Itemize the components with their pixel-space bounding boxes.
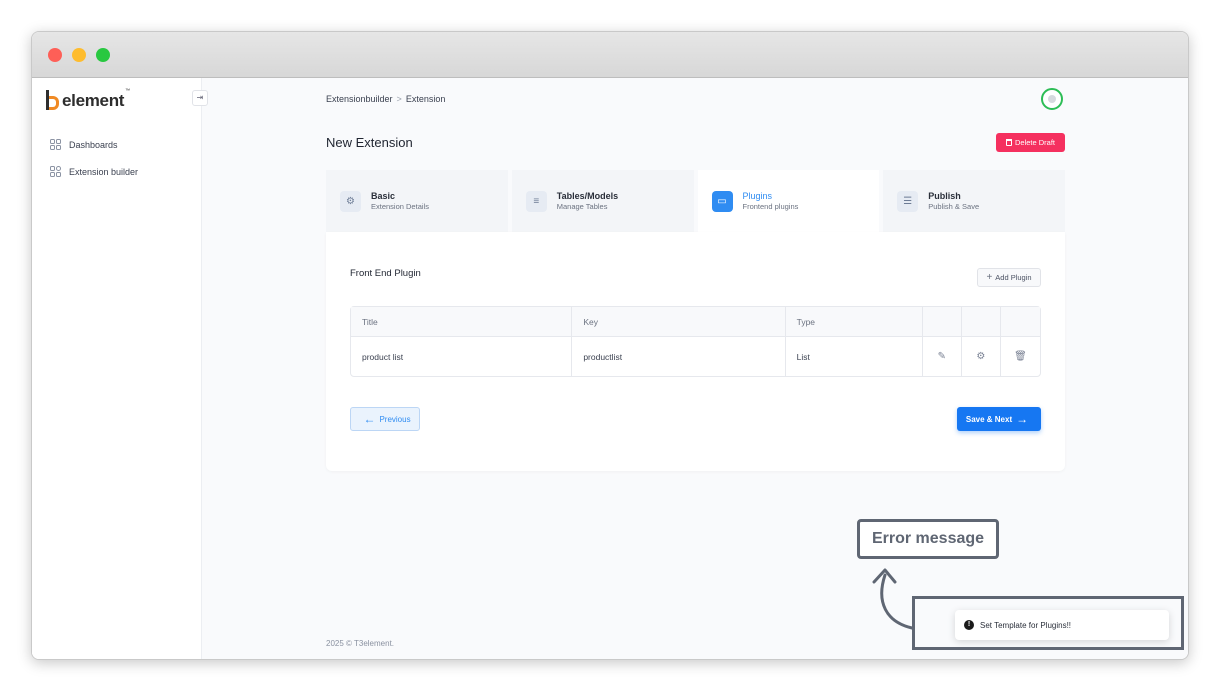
- delete-cell: 🗑: [1001, 337, 1040, 376]
- sidebar: element ™ ⇥ Dashboards Extension builder: [32, 78, 208, 659]
- edit-cell: ✎: [923, 337, 962, 376]
- window-icon: ▭: [711, 190, 733, 212]
- sliders-icon: ☰: [897, 190, 919, 212]
- annotation-highlight-box: [912, 596, 1184, 650]
- sidebar-item-dashboards[interactable]: Dashboards: [50, 139, 118, 150]
- breadcrumb: Extensionbuilder > Extension: [326, 94, 445, 104]
- column-header-delete: [1000, 307, 1040, 337]
- column-header-edit: [922, 307, 962, 337]
- collapse-icon[interactable]: ⇥: [192, 90, 208, 106]
- column-header-title: Title: [351, 307, 573, 337]
- previous-button[interactable]: ← Previous: [350, 407, 420, 431]
- footer-copyright: 2025 © T3element.: [326, 639, 395, 648]
- brand-logo[interactable]: element ™: [46, 88, 130, 110]
- window-titlebar: [32, 32, 1188, 78]
- step-subtitle: Frontend plugins: [742, 201, 799, 211]
- table-header-row: Title Key Type: [351, 307, 1040, 337]
- step-title: Plugins: [742, 190, 773, 201]
- plugins-card: Front End Plugin + Add Plugin Title Key …: [326, 232, 1065, 471]
- cell-type: List: [786, 337, 923, 376]
- trash-icon: [1005, 139, 1012, 146]
- annotation-callout: Error message: [857, 519, 999, 559]
- cell-title: product list: [351, 337, 573, 376]
- step-title: Tables/Models: [556, 190, 619, 201]
- avatar[interactable]: [1041, 88, 1063, 110]
- browser-window: element ™ ⇥ Dashboards Extension builder…: [31, 31, 1189, 660]
- sidebar-item-label: Dashboards: [69, 139, 118, 150]
- logo-trademark: ™: [125, 88, 131, 94]
- logo-mark-icon: [46, 90, 60, 110]
- step-subtitle: Manage Tables: [556, 201, 608, 211]
- arrow-left-icon: ←: [363, 412, 376, 426]
- breadcrumb-item-extensionbuilder[interactable]: Extensionbuilder: [326, 94, 393, 104]
- page-title: New Extension: [326, 135, 413, 150]
- extension-grid-icon: [50, 166, 61, 177]
- delete-draft-label: Delete Draft: [1014, 138, 1056, 147]
- breadcrumb-separator: >: [396, 94, 402, 104]
- sidebar-item-extension-builder[interactable]: Extension builder: [50, 166, 138, 177]
- add-plugin-button[interactable]: + Add Plugin: [977, 268, 1041, 287]
- plus-icon: +: [986, 272, 993, 283]
- database-icon: ≡: [525, 190, 547, 212]
- arrow-right-icon: →: [1016, 412, 1029, 426]
- minimize-window-button[interactable]: [72, 48, 86, 62]
- sidebar-item-label: Extension builder: [69, 166, 139, 177]
- step-tables-models[interactable]: ≡ Tables/Models Manage Tables: [511, 170, 694, 232]
- plugins-table: Title Key Type product list productlist …: [350, 306, 1041, 377]
- step-subtitle: Publish & Save: [928, 201, 980, 211]
- app-area: element ™ ⇥ Dashboards Extension builder…: [32, 78, 1188, 659]
- maximize-window-button[interactable]: [96, 48, 110, 62]
- trash-icon[interactable]: 🗑: [1014, 351, 1027, 362]
- step-basic[interactable]: ⚙ Basic Extension Details: [326, 170, 508, 232]
- table-row: product list productlist List ✎ ⚙ 🗑: [351, 337, 1040, 376]
- column-header-template: [961, 307, 1001, 337]
- template-cell: ⚙: [962, 337, 1001, 376]
- delete-draft-button[interactable]: Delete Draft: [996, 133, 1065, 152]
- step-plugins[interactable]: ▭ Plugins Frontend plugins: [697, 170, 880, 232]
- logo-text: element: [62, 91, 125, 110]
- save-next-label: Save & Next: [965, 414, 1013, 424]
- wizard-steps: ⚙ Basic Extension Details ≡ Tables/Models…: [326, 170, 1065, 232]
- step-publish[interactable]: ☰ Publish Publish & Save: [883, 170, 1065, 232]
- cell-key: productlist: [572, 337, 786, 376]
- previous-label: Previous: [379, 414, 411, 424]
- step-title: Basic: [371, 190, 396, 201]
- column-header-key: Key: [572, 307, 786, 337]
- column-header-type: Type: [785, 307, 923, 337]
- save-next-button[interactable]: Save & Next →: [957, 407, 1041, 431]
- step-title: Publish: [928, 190, 961, 201]
- add-plugin-label: Add Plugin: [995, 273, 1032, 282]
- section-title: Front End Plugin: [350, 268, 421, 279]
- dashboard-grid-icon: [50, 139, 61, 150]
- gear-icon: ⚙: [340, 190, 361, 212]
- edit-icon[interactable]: ✎: [938, 351, 946, 362]
- breadcrumb-item-extension: Extension: [405, 94, 446, 104]
- template-settings-icon[interactable]: ⚙: [976, 351, 985, 362]
- close-window-button[interactable]: [48, 48, 62, 62]
- step-subtitle: Extension Details: [371, 201, 429, 211]
- annotation-arrow-icon: [872, 568, 914, 630]
